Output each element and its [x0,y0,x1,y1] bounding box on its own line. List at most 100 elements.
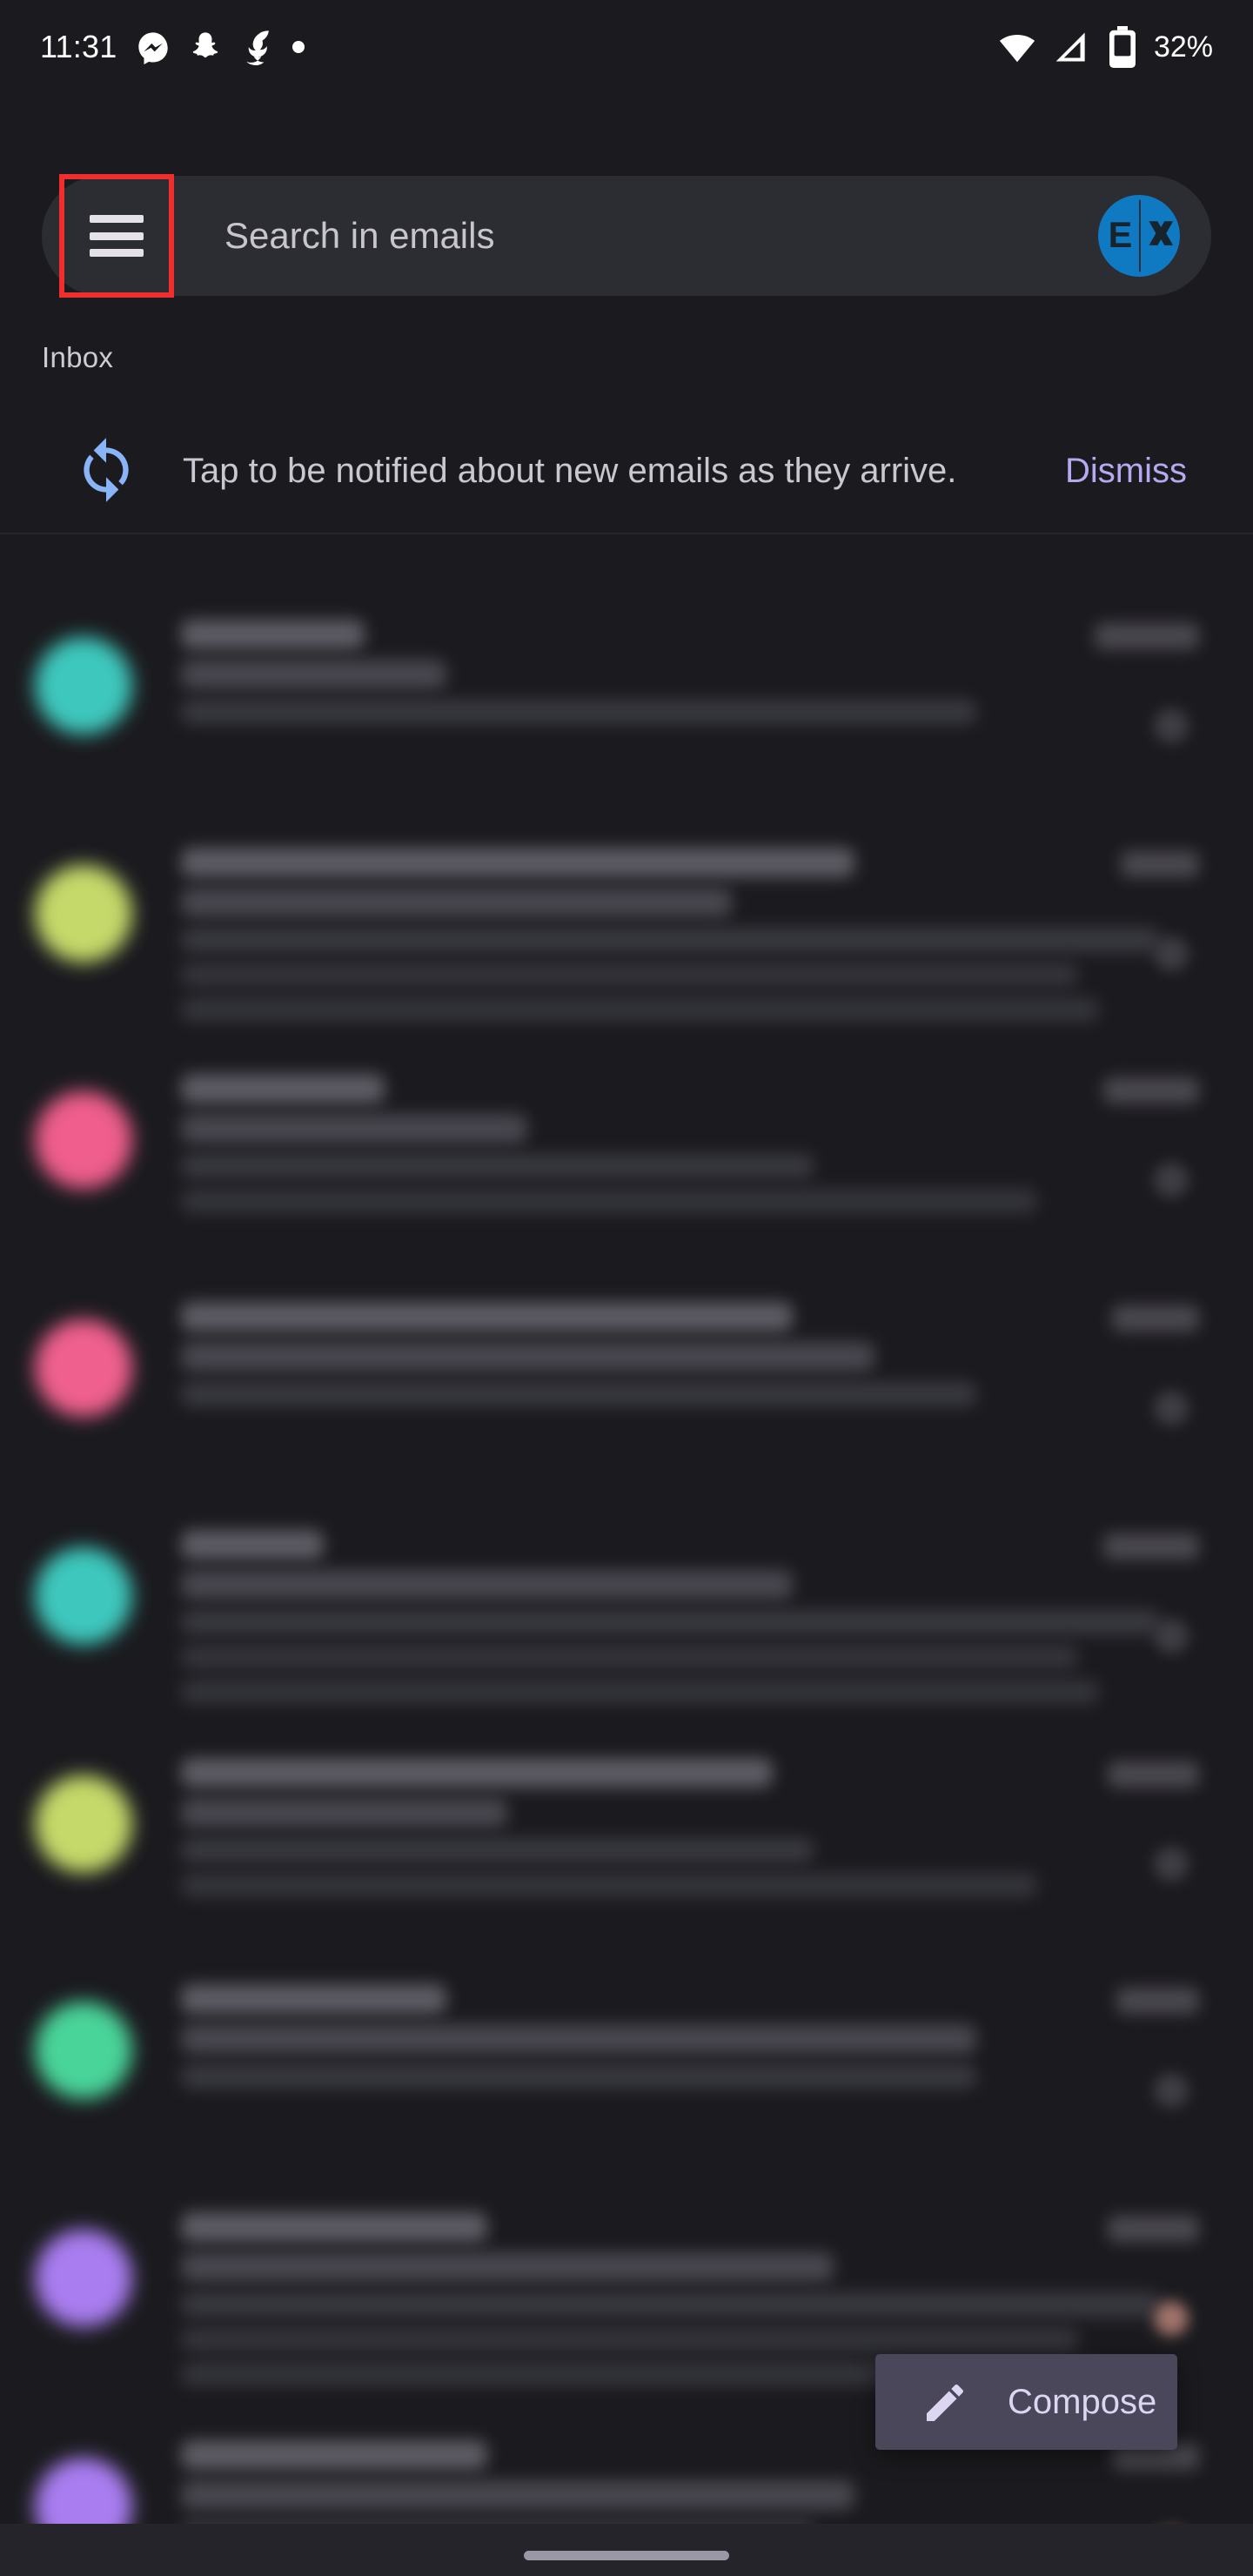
status-bar-clock: 11:31 [40,29,117,64]
app-icon [246,30,270,65]
row-status-badge[interactable] [1154,1391,1189,1426]
redacted-preview [181,1873,1038,1897]
redacted-preview [181,1838,814,1862]
email-row[interactable] [0,1951,1253,2169]
pencil-edit-icon [921,2378,969,2427]
row-status-badge[interactable] [1154,2301,1189,2336]
sender-avatar[interactable] [35,865,132,963]
row-status-badge[interactable] [1154,2073,1189,2108]
email-content [181,1302,1201,1417]
microsoft-exchange-logo-icon: E [1100,197,1178,275]
redacted-timestamp [1108,1761,1199,1788]
sender-avatar[interactable] [35,1091,132,1189]
redacted-sender [181,620,365,649]
redacted-sender [181,2212,487,2242]
dot-icon [292,41,305,53]
dismiss-button[interactable]: Dismiss [1065,409,1187,533]
email-content [181,848,1201,1032]
avatar[interactable]: E [1098,195,1180,277]
navigation-bar [0,2524,1253,2576]
cellular-signal-icon [1055,32,1085,62]
redacted-subject [181,2024,977,2054]
redacted-preview [181,1680,1099,1704]
folder-label: Inbox [42,341,114,373]
snapchat-icon [193,32,218,58]
row-status-badge[interactable] [1154,1163,1189,1197]
email-content [181,1530,1201,1714]
sync-refresh-icon [64,426,148,513]
email-content [181,1984,1201,2099]
svg-text:E: E [1109,215,1133,255]
redacted-subject [181,1570,794,1600]
redacted-subject [181,888,732,917]
row-status-badge[interactable] [1154,1619,1189,1654]
search-bar[interactable]: Search in emails E [42,176,1211,296]
redacted-preview [181,997,1099,1022]
wifi-icon [999,35,1035,63]
redacted-sender [181,1074,385,1104]
redacted-timestamp [1103,1077,1199,1104]
redacted-timestamp [1121,851,1199,877]
redacted-preview [181,1189,1038,1213]
redacted-preview [181,700,977,724]
menu-button[interactable] [59,174,174,298]
redacted-subject [181,2480,854,2510]
redacted-sender [181,1302,794,1332]
phone-screen: 11:31 32% Search in emails E Inbox Tap t… [0,0,1253,2576]
messenger-icon [138,32,169,64]
row-status-badge[interactable] [1154,708,1189,743]
redacted-timestamp [1116,1988,1199,2014]
sender-avatar[interactable] [35,1775,132,1873]
redacted-sender [181,848,854,877]
email-content [181,1758,1201,1908]
sender-avatar[interactable] [35,1319,132,1417]
status-bar: 11:31 32% [0,0,1253,94]
email-row[interactable] [0,1041,1253,1258]
redacted-sender [181,1530,325,1560]
row-status-badge[interactable] [1154,1847,1189,1882]
sender-avatar[interactable] [35,2002,132,2099]
redacted-sender [181,1984,446,2014]
redacted-subject [181,1114,528,1144]
search-input[interactable]: Search in emails [224,176,494,296]
redacted-sender [181,2440,487,2470]
home-gesture-pill[interactable] [524,2551,729,2560]
redacted-preview [181,2064,977,2089]
redacted-preview [181,1154,814,1178]
email-row[interactable] [0,1725,1253,1942]
redacted-sender [181,1758,773,1788]
redacted-timestamp [1108,2216,1199,2242]
battery-icon [1109,26,1136,68]
email-row[interactable] [0,587,1253,804]
battery-percent-label: 32% [1153,30,1213,64]
compose-label: Compose [1008,2382,1157,2421]
compose-button[interactable]: Compose [875,2354,1177,2450]
banner-message: Tap to be notified about new emails as t… [183,451,957,490]
status-bar-left: 11:31 [40,29,305,65]
redacted-timestamp [1103,1533,1199,1560]
hamburger-menu-icon [90,215,144,257]
email-row[interactable] [0,1497,1253,1714]
redacted-preview [181,963,1079,987]
redacted-preview [181,928,1161,952]
sender-avatar[interactable] [35,1547,132,1645]
redacted-subject [181,2252,834,2282]
email-row[interactable] [0,815,1253,1032]
email-row[interactable] [0,1269,1253,1486]
notification-banner[interactable]: Tap to be notified about new emails as t… [0,409,1253,533]
redacted-preview [181,1610,1161,1634]
redacted-subject [181,1798,508,1828]
redacted-subject [181,660,446,689]
row-status-badge[interactable] [1154,936,1189,971]
sender-avatar[interactable] [35,2230,132,2327]
redacted-preview [181,2292,1161,2317]
sender-avatar[interactable] [35,637,132,735]
status-bar-notification-icons [136,29,305,65]
redacted-timestamp [1112,1305,1199,1332]
redacted-preview [181,1382,977,1406]
redacted-preview [181,1645,1079,1669]
redacted-subject [181,1342,874,1372]
redacted-preview [181,2327,1079,2351]
email-list[interactable] [0,534,1253,2576]
email-content [181,620,1201,735]
